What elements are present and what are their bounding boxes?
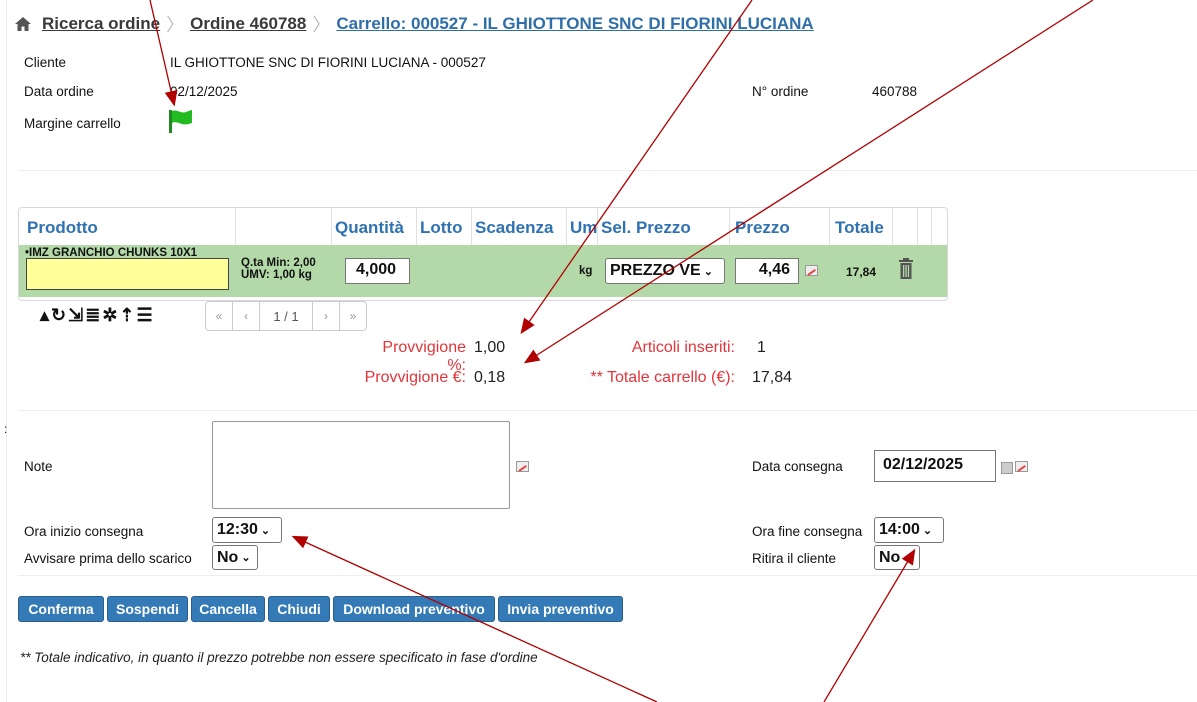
annotation-arrow	[523, 0, 1094, 364]
annotation-arrow	[291, 535, 658, 702]
annotation-arrow	[149, 0, 178, 107]
annotation-arrow	[520, 0, 753, 335]
annotation-arrow	[823, 548, 916, 702]
annotation-arrows	[149, 0, 1094, 702]
